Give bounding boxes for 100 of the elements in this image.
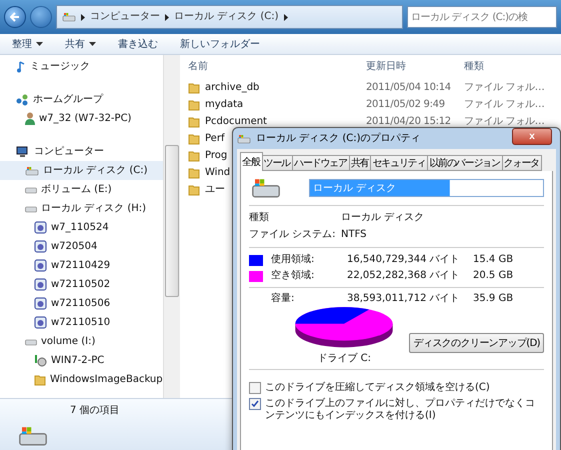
column-header[interactable]: 更新日時 xyxy=(366,60,464,72)
disk-image-icon xyxy=(34,316,47,329)
disk-image-icon xyxy=(34,259,47,272)
nav-tree-item[interactable]: w72110429 xyxy=(0,256,163,275)
dialog-title: ローカル ディスク (C:)のプロパティ xyxy=(256,132,422,144)
folder-icon xyxy=(188,166,200,178)
disk-image-icon xyxy=(34,278,47,291)
table-cell-text: ファイル フォル… xyxy=(464,116,546,128)
nav-tree-item[interactable]: w72110502 xyxy=(0,275,163,294)
drive-icon xyxy=(249,177,283,199)
user-icon xyxy=(25,112,35,125)
drive-icon xyxy=(62,12,76,22)
tab[interactable]: 全般 xyxy=(240,152,263,171)
nav-tree-item[interactable]: w72110506 xyxy=(0,294,163,313)
toolbar-button[interactable]: 整理 xyxy=(12,37,43,51)
disk-image-icon xyxy=(34,240,47,253)
size-value: 20.5 GB xyxy=(473,270,514,282)
table-cell-text: 2011/04/20 15:12 xyxy=(366,116,452,128)
column-header[interactable]: 名前 xyxy=(188,60,366,72)
tab[interactable]: 共有 xyxy=(348,155,372,171)
network-computer-icon xyxy=(34,354,47,367)
field-value: NTFS xyxy=(341,229,368,241)
drive-icon xyxy=(25,338,37,346)
field-value: ローカル ディスク xyxy=(341,212,426,224)
breadcrumb[interactable]: ローカル ディスク (C:) xyxy=(174,11,279,23)
toolbar-button[interactable]: 共有 xyxy=(65,37,96,51)
tab[interactable]: クォータ xyxy=(502,155,542,171)
tab[interactable]: セキュリティ xyxy=(370,155,428,171)
table-cell-text: ファイル フォル… xyxy=(464,98,546,110)
scrollbar[interactable] xyxy=(163,55,180,398)
file-name[interactable]: Perf xyxy=(205,132,224,144)
nav-tree-item[interactable]: volume (I:) xyxy=(0,332,163,351)
nav-tree-item[interactable]: WindowsImageBackup xyxy=(0,370,163,389)
nav-tree-item[interactable]: WIN7-2-PC xyxy=(0,351,163,370)
table-cell-text: ファイル フォル… xyxy=(464,82,546,94)
tab[interactable]: ツール xyxy=(262,155,294,171)
disk-image-icon xyxy=(34,297,47,310)
toolbar-button[interactable]: 新しいフォルダー xyxy=(180,37,260,51)
field-label: ファイル システム: xyxy=(249,229,337,241)
byte-count: 38,593,011,712 バイト xyxy=(347,293,461,305)
drive-icon xyxy=(16,425,50,447)
space-label: 使用領域: xyxy=(271,254,316,266)
file-name[interactable]: mydata xyxy=(205,98,244,110)
file-name[interactable]: archive_db xyxy=(205,82,260,94)
tab[interactable]: ハードウェア xyxy=(292,155,350,171)
tab[interactable]: 以前のバージョン xyxy=(427,155,503,171)
disk-cleanup-button[interactable]: ディスクのクリーンアップ(D) xyxy=(409,333,544,353)
nav-tree-item[interactable]: ローカル ディスク (C:) xyxy=(0,161,163,180)
field-label: 種類 xyxy=(249,212,270,224)
checkbox[interactable] xyxy=(249,382,261,394)
nav-tree-item[interactable]: ローカル ディスク (H:) xyxy=(0,199,163,218)
column-header[interactable]: 種類 xyxy=(464,60,561,72)
byte-count: 16,540,729,344 バイト xyxy=(347,254,461,266)
toolbar-button[interactable]: 書き込む xyxy=(118,37,158,51)
space-label: 空き領域: xyxy=(271,270,316,282)
checkbox-label: このドライブ上のファイルに対し、プロパティだけでなくコンテンツにもインデックスを付ける(I) xyxy=(265,398,536,422)
chevron-icon xyxy=(165,14,169,20)
folder-icon xyxy=(188,150,200,162)
folder-icon xyxy=(188,98,200,110)
nav-tree-item[interactable]: ボリューム (E:) xyxy=(0,180,163,199)
nav-tree-item[interactable]: w720504 xyxy=(0,237,163,256)
drive-label: ドライブ C: xyxy=(317,353,371,365)
chevron-icon xyxy=(81,14,85,20)
breadcrumb[interactable]: コンピューター xyxy=(90,11,160,23)
back-button[interactable] xyxy=(4,6,26,28)
nav-tree-item[interactable]: w7_32 (W7-32-PC) xyxy=(0,109,163,128)
nav-tree-item[interactable]: ホームグループ xyxy=(0,90,163,109)
folder-icon xyxy=(188,116,200,128)
drive-icon xyxy=(25,204,37,212)
size-value: 15.4 GB xyxy=(473,254,514,266)
computer-icon xyxy=(16,146,30,158)
nav-tree-item[interactable]: ミュージック xyxy=(0,57,163,76)
checkbox-label: このドライブを圧縮してディスク領域を空ける(C) xyxy=(265,382,490,394)
item-count: 7 個の項目 xyxy=(70,405,120,418)
table-cell-text: 2011/05/04 10:14 xyxy=(366,82,452,94)
drive-icon xyxy=(25,166,39,176)
folder-icon xyxy=(188,82,200,94)
drive-icon xyxy=(237,134,251,144)
music-note-icon xyxy=(16,60,26,72)
folder-icon xyxy=(188,132,200,144)
byte-count: 22,052,282,368 バイト xyxy=(347,270,461,282)
nav-tree-item[interactable]: w72110510 xyxy=(0,313,163,332)
file-name[interactable]: Pcdocument xyxy=(205,116,267,128)
table-cell-text: 2011/05/02 9:49 xyxy=(366,98,446,110)
address-bar[interactable]: コンピューター ローカル ディスク (C:) xyxy=(56,5,403,29)
drive-icon xyxy=(25,186,37,194)
checkbox[interactable] xyxy=(249,398,261,410)
file-name[interactable]: ユー xyxy=(205,184,225,196)
folder-icon xyxy=(188,184,200,196)
file-name[interactable]: Prog xyxy=(205,150,228,162)
chevron-icon xyxy=(284,14,288,20)
disk-image-icon xyxy=(34,221,47,234)
nav-tree-item[interactable]: コンピューター xyxy=(0,142,163,161)
caret-icon xyxy=(36,42,43,46)
homegroup-icon xyxy=(16,94,29,106)
check-icon xyxy=(251,400,259,408)
caret-icon xyxy=(89,42,96,46)
file-name[interactable]: Wind xyxy=(205,166,230,178)
search-field[interactable]: ローカル ディスク (C:)の検 xyxy=(407,6,557,28)
nav-tree-item[interactable]: w7_110524 xyxy=(0,218,163,237)
